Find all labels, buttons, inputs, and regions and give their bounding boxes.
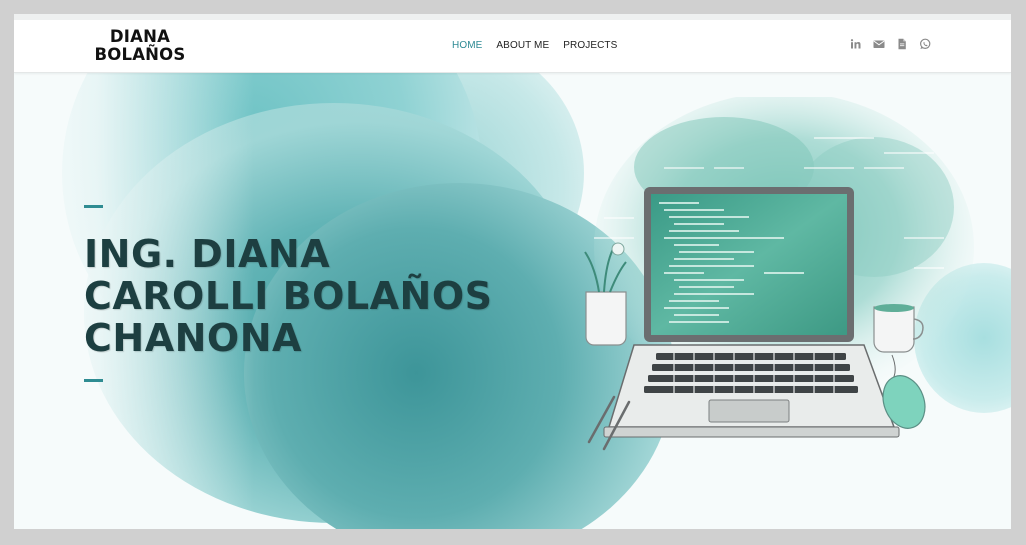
- hero-section: ING. DIANA CAROLLI BOLAÑOS CHANONA: [14, 73, 1011, 529]
- main-nav: HOME ABOUT ME PROJECTS: [452, 40, 617, 51]
- nav-about-me[interactable]: ABOUT ME: [496, 40, 549, 51]
- social-links: [850, 38, 931, 50]
- hero-title-line: CAROLLI BOLAÑOS: [84, 274, 493, 318]
- linkedin-icon[interactable]: [850, 38, 862, 50]
- laptop-code-illustration: [584, 97, 974, 451]
- hero-title: ING. DIANA CAROLLI BOLAÑOS CHANONA: [84, 233, 534, 359]
- hero-title-line: ING. DIANA: [84, 232, 331, 276]
- title-accent-bottom: [84, 379, 103, 382]
- whatsapp-icon[interactable]: [919, 38, 931, 50]
- browser-viewport: DIANA BOLAÑOS HOME ABOUT ME PROJECTS ING…: [14, 14, 1011, 529]
- logo-line-2: BOLAÑOS: [94, 45, 186, 64]
- file-icon[interactable]: [896, 38, 908, 50]
- site-logo[interactable]: DIANA BOLAÑOS: [90, 28, 190, 64]
- nav-projects[interactable]: PROJECTS: [563, 40, 617, 51]
- title-accent-top: [84, 205, 103, 208]
- hero-title-line: CHANONA: [84, 316, 302, 360]
- envelope-icon[interactable]: [873, 38, 885, 50]
- site-header: DIANA BOLAÑOS HOME ABOUT ME PROJECTS: [14, 20, 1011, 73]
- nav-home[interactable]: HOME: [452, 40, 482, 51]
- logo-line-1: DIANA: [109, 27, 171, 46]
